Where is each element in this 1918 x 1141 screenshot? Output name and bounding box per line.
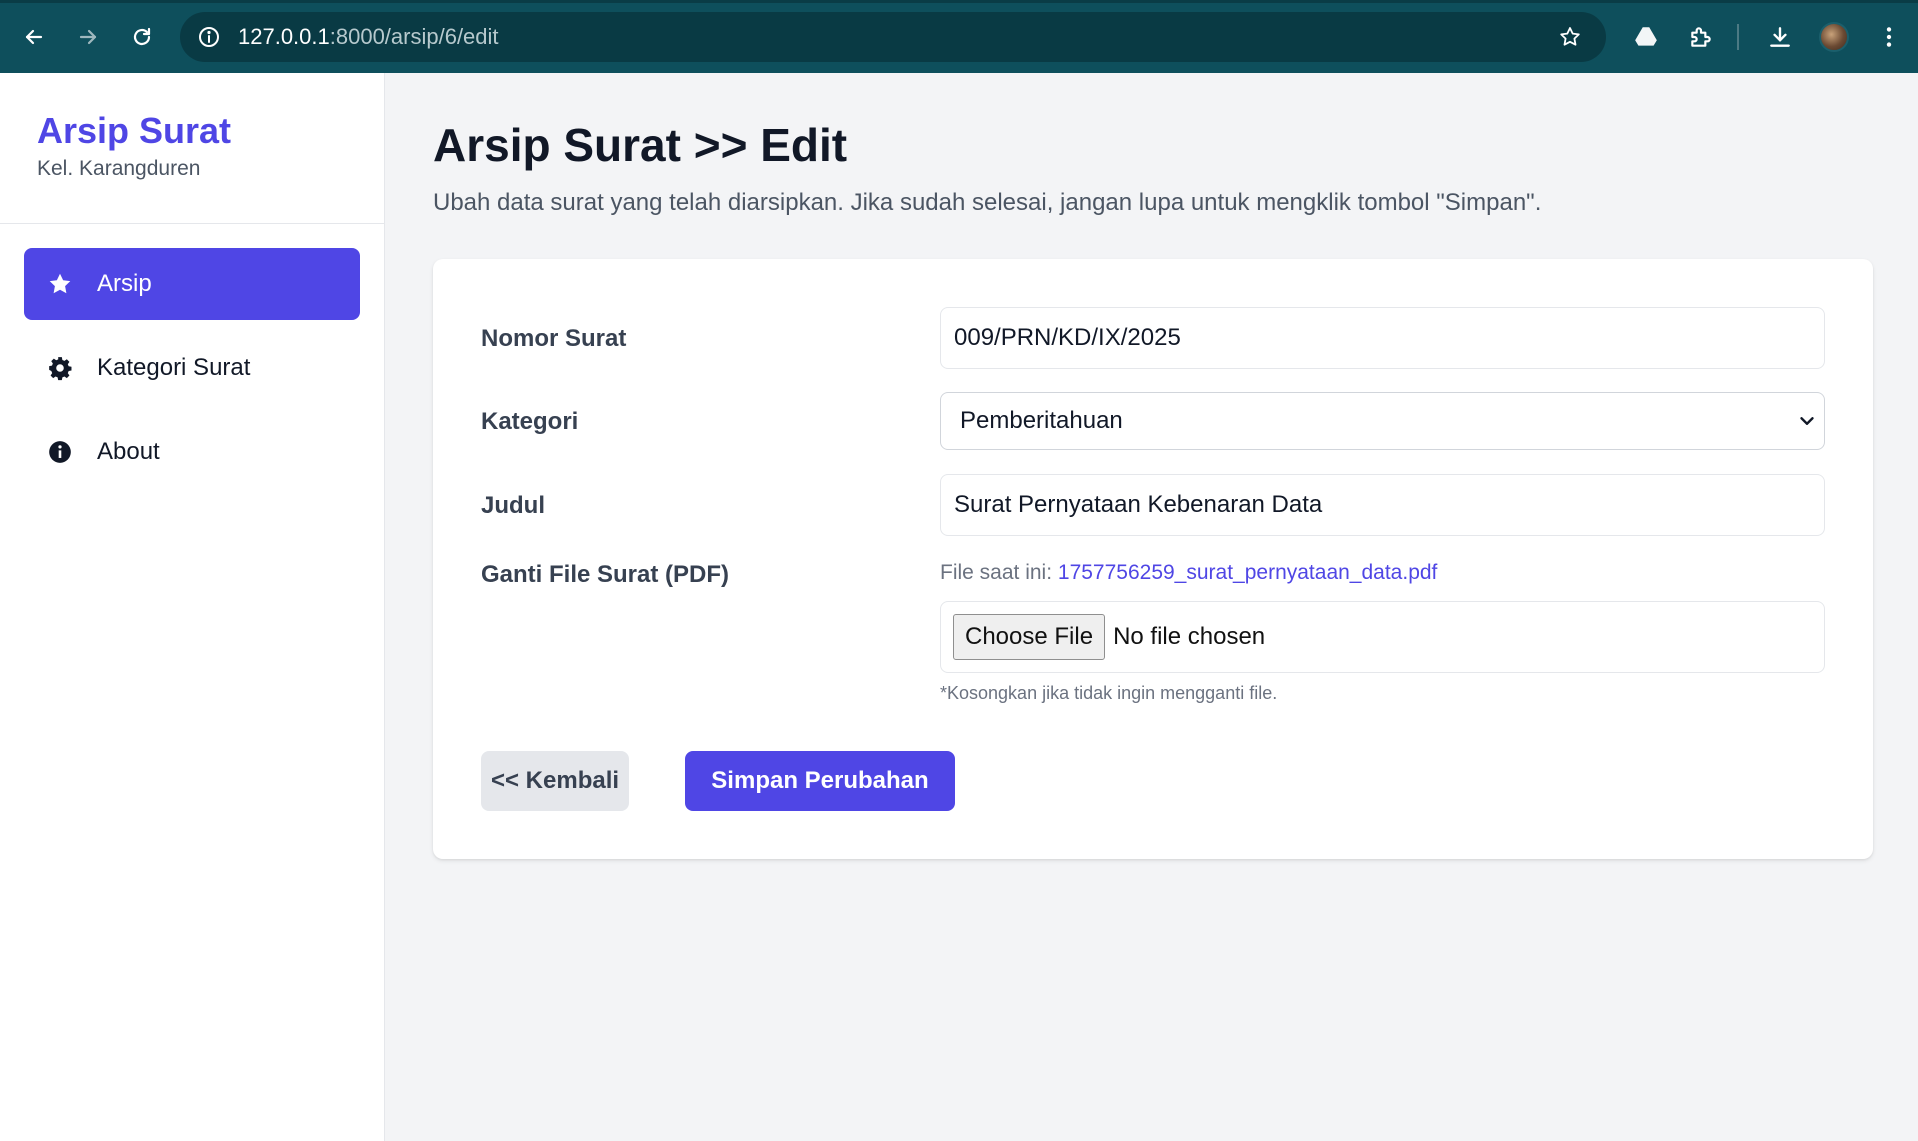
- toolbar-divider: [1737, 24, 1739, 50]
- kebab-menu-icon[interactable]: [1876, 24, 1902, 50]
- chevron-down-icon: [1796, 410, 1818, 432]
- judul-label: Judul: [481, 492, 545, 519]
- page-description: Ubah data surat yang telah diarsipkan. J…: [433, 188, 1542, 216]
- kategori-label: Kategori: [481, 408, 579, 435]
- extensions-puzzle-icon[interactable]: [1688, 24, 1714, 50]
- sidebar-item-label: About: [97, 438, 160, 465]
- nomor-surat-input[interactable]: 009/PRN/KD/IX/2025: [940, 307, 1825, 369]
- sidebar-menu: Arsip Kategori Surat About: [0, 224, 384, 488]
- url-path: :8000/arsip/6/edit: [329, 24, 499, 49]
- reload-icon[interactable]: [122, 17, 162, 57]
- sidebar-item-arsip[interactable]: Arsip: [24, 248, 360, 320]
- save-button[interactable]: Simpan Perubahan: [685, 751, 955, 811]
- sidebar-item-about[interactable]: About: [24, 416, 360, 488]
- main-content: Arsip Surat >> Edit Ubah data surat yang…: [433, 73, 1873, 859]
- file-input[interactable]: Choose File No file chosen: [940, 601, 1825, 673]
- back-arrow-icon[interactable]: [14, 17, 54, 57]
- download-icon[interactable]: [1767, 24, 1793, 50]
- file-hint: *Kosongkan jika tidak ingin mengganti fi…: [940, 683, 1278, 703]
- url-host: 127.0.0.1: [238, 24, 330, 49]
- site-info-icon[interactable]: [196, 24, 222, 50]
- kategori-select[interactable]: Pemberitahuan: [940, 392, 1825, 450]
- edit-form-card: Nomor Surat 009/PRN/KD/IX/2025 Kategori …: [433, 259, 1873, 859]
- current-file-prefix: File saat ini:: [940, 561, 1053, 584]
- judul-input[interactable]: Surat Pernyataan Kebenaran Data: [940, 474, 1825, 536]
- info-icon: [46, 438, 74, 466]
- file-label: Ganti File Surat (PDF): [481, 561, 730, 588]
- brand: Arsip Surat Kel. Karangduren: [0, 73, 384, 224]
- bookmark-star-icon[interactable]: [1558, 25, 1582, 49]
- browser-toolbar: 127.0.0.1:8000/arsip/6/edit: [0, 0, 1918, 73]
- choose-file-button[interactable]: Choose File: [953, 614, 1106, 660]
- sidebar-item-label: Kategori Surat: [97, 354, 251, 381]
- star-icon: [46, 270, 74, 298]
- gear-icon: [46, 354, 74, 382]
- sidebar: Arsip Surat Kel. Karangduren Arsip Kateg…: [0, 73, 385, 1141]
- sidebar-item-kategori-surat[interactable]: Kategori Surat: [24, 332, 360, 404]
- sidebar-item-label: Arsip: [97, 270, 152, 297]
- address-bar[interactable]: 127.0.0.1:8000/arsip/6/edit: [180, 12, 1606, 62]
- page-title: Arsip Surat >> Edit: [433, 119, 848, 171]
- current-file-info: File saat ini: 1757756259_surat_pernyata…: [940, 561, 1437, 585]
- profile-avatar[interactable]: [1819, 22, 1849, 52]
- brand-title[interactable]: Arsip Surat: [37, 111, 384, 151]
- nomor-surat-label: Nomor Surat: [481, 325, 627, 352]
- kategori-selected-value: Pemberitahuan: [960, 407, 1123, 434]
- back-button[interactable]: << Kembali: [481, 751, 629, 811]
- brand-subtitle: Kel. Karangduren: [37, 156, 201, 180]
- file-status: No file chosen: [1113, 623, 1266, 650]
- forward-arrow-icon[interactable]: [68, 17, 108, 57]
- extension-drive-icon[interactable]: [1633, 24, 1659, 50]
- current-file-link[interactable]: 1757756259_surat_pernyataan_data.pdf: [1058, 561, 1438, 584]
- url-text: 127.0.0.1:8000/arsip/6/edit: [238, 24, 499, 50]
